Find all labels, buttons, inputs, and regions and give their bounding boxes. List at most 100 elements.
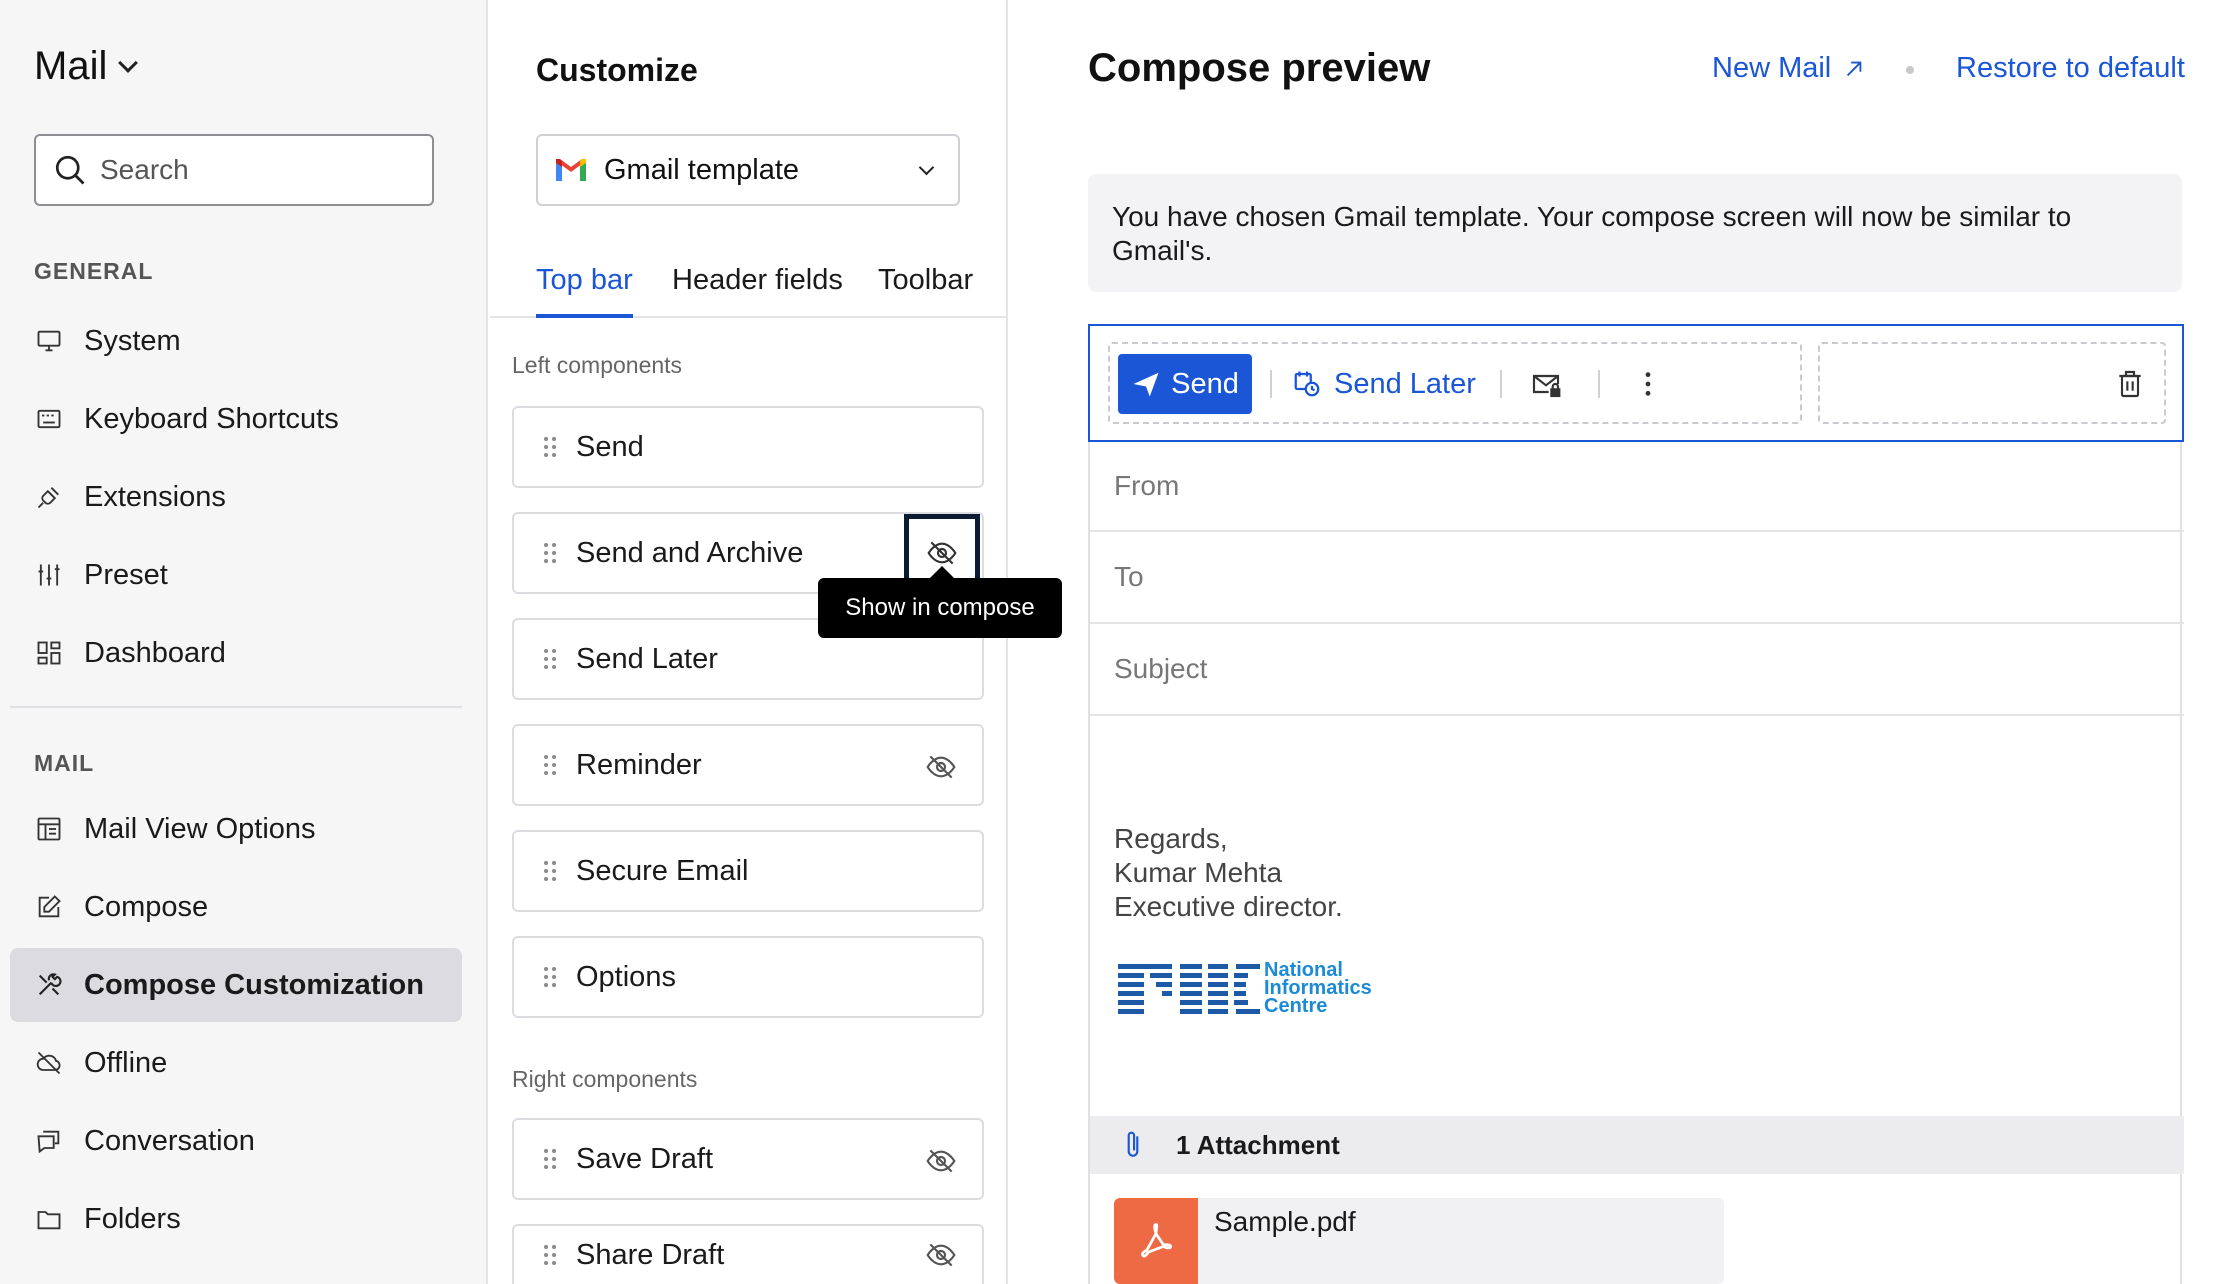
- sidebar-item-label: Compose Customization: [84, 968, 424, 1001]
- drag-handle-icon[interactable]: [544, 649, 558, 669]
- keyboard-icon: [34, 404, 64, 434]
- drag-handle-icon[interactable]: [544, 437, 558, 457]
- sidebar-item-dashboard[interactable]: Dashboard: [10, 616, 462, 690]
- sidebar-item-label: Mail View Options: [84, 812, 316, 845]
- eye-off-icon[interactable]: [924, 1144, 958, 1178]
- tooltip: Show in compose: [818, 566, 1062, 638]
- component-label: Send: [576, 430, 644, 463]
- sidebar-item-label: Preset: [84, 558, 168, 591]
- pdf-icon: [1114, 1198, 1198, 1284]
- toolbar-separator: [1270, 370, 1272, 398]
- secure-mail-icon[interactable]: [1528, 366, 1564, 402]
- sidebar-item-preset[interactable]: Preset: [10, 538, 462, 612]
- component-label: Secure Email: [576, 854, 749, 887]
- chevron-down-icon: [118, 52, 139, 73]
- conversation-icon: [34, 1126, 64, 1156]
- send-later-button[interactable]: Send Later: [1292, 354, 1476, 414]
- search-input[interactable]: [100, 154, 420, 186]
- component-save-draft[interactable]: Save Draft: [512, 1118, 984, 1200]
- component-label: Save Draft: [576, 1142, 713, 1175]
- separator-dot: [1906, 66, 1914, 74]
- toolbar-separator: [1500, 370, 1502, 398]
- drag-handle-icon[interactable]: [544, 1149, 558, 1169]
- attachment-bar: 1 Attachment: [1090, 1116, 2184, 1174]
- template-notice: You have chosen Gmail template. Your com…: [1088, 174, 2182, 292]
- eye-off-icon[interactable]: [924, 750, 958, 784]
- restore-default-link[interactable]: Restore to default: [1956, 52, 2185, 85]
- sidebar-item-label: Extensions: [84, 480, 226, 513]
- section-label-mail: MAIL: [34, 750, 95, 776]
- preview-title: Compose preview: [1088, 46, 1431, 90]
- sidebar-item-label: Conversation: [84, 1124, 255, 1157]
- sidebar-item-label: Folders: [84, 1202, 181, 1235]
- mail-view-icon: [34, 814, 64, 844]
- tab-toolbar[interactable]: Toolbar: [878, 264, 973, 318]
- customize-panel: Customize Gmail template Top bar Header …: [490, 0, 1008, 1284]
- drag-handle-icon[interactable]: [544, 861, 558, 881]
- component-options[interactable]: Options: [512, 936, 984, 1018]
- sidebar-divider: [10, 706, 462, 708]
- component-label: Options: [576, 960, 676, 993]
- attachment-file[interactable]: Sample.pdf: [1114, 1198, 1724, 1284]
- component-share-draft[interactable]: Share Draft: [512, 1224, 984, 1284]
- compose-window: Send Send Later From To Subject Regards,…: [1088, 324, 2184, 1284]
- sliders-icon: [34, 560, 64, 590]
- chevron-down-icon: [918, 159, 935, 176]
- monitor-icon: [34, 326, 64, 356]
- tab-top-bar[interactable]: Top bar: [536, 264, 633, 318]
- more-options-icon[interactable]: [1630, 366, 1666, 402]
- right-components-label: Right components: [512, 1066, 698, 1092]
- component-send[interactable]: Send: [512, 406, 984, 488]
- signature-line: Regards,: [1114, 823, 1228, 854]
- sidebar-item-keyboard-shortcuts[interactable]: Keyboard Shortcuts: [10, 382, 462, 456]
- left-drop-zone: Send Send Later: [1108, 342, 1802, 424]
- sidebar-item-mail-view-options[interactable]: Mail View Options: [10, 792, 462, 866]
- component-reminder[interactable]: Reminder: [512, 724, 984, 806]
- app-root: Mail GENERAL System Keyboard Shortcuts E…: [0, 0, 2216, 1284]
- email-signature: Regards, Kumar Mehta Executive director.: [1114, 822, 1343, 924]
- sidebar-item-compose-customization[interactable]: Compose Customization: [10, 948, 462, 1022]
- file-name: Sample.pdf: [1214, 1206, 1356, 1237]
- settings-sidebar: Mail GENERAL System Keyboard Shortcuts E…: [0, 0, 488, 1284]
- dashboard-icon: [34, 638, 64, 668]
- to-field[interactable]: To: [1090, 532, 2184, 624]
- right-drop-zone: [1818, 342, 2166, 424]
- signature-line: Kumar Mehta: [1114, 857, 1283, 888]
- sidebar-item-label: Offline: [84, 1046, 168, 1079]
- sidebar-item-offline[interactable]: Offline: [10, 1026, 462, 1100]
- sidebar-item-system[interactable]: System: [10, 304, 462, 378]
- drag-handle-icon[interactable]: [544, 1245, 558, 1265]
- send-button[interactable]: Send: [1118, 354, 1252, 414]
- sidebar-item-label: Keyboard Shortcuts: [84, 402, 339, 435]
- drag-handle-icon[interactable]: [544, 967, 558, 987]
- compose-preview-panel: Compose preview New Mail Restore to defa…: [1010, 0, 2216, 1284]
- section-label-general: GENERAL: [34, 258, 154, 284]
- paperclip-icon: [1127, 1131, 1139, 1157]
- search-box[interactable]: [34, 134, 434, 206]
- customize-title: Customize: [536, 52, 698, 88]
- eye-off-icon[interactable]: [924, 1238, 958, 1272]
- search-icon: [55, 155, 85, 185]
- tab-header-fields[interactable]: Header fields: [672, 264, 843, 318]
- compose-icon: [34, 892, 64, 922]
- folder-icon: [34, 1204, 64, 1234]
- drag-handle-icon[interactable]: [544, 755, 558, 775]
- compose-top-bar: Send Send Later: [1088, 324, 2184, 442]
- sidebar-item-folders[interactable]: Folders: [10, 1182, 462, 1256]
- trash-icon[interactable]: [2112, 366, 2148, 402]
- nic-logo: National Informatics Centre: [1118, 959, 1372, 1017]
- from-field[interactable]: From: [1090, 442, 2184, 532]
- app-switcher[interactable]: Mail: [34, 44, 139, 89]
- app-title: Mail: [34, 44, 108, 88]
- external-link-icon: [1847, 61, 1862, 76]
- sidebar-item-conversation[interactable]: Conversation: [10, 1104, 462, 1178]
- signature-line: Executive director.: [1114, 891, 1343, 922]
- sidebar-item-compose[interactable]: Compose: [10, 870, 462, 944]
- new-mail-link[interactable]: New Mail: [1712, 52, 1865, 85]
- drag-handle-icon[interactable]: [544, 543, 558, 563]
- component-secure-email[interactable]: Secure Email: [512, 830, 984, 912]
- sidebar-item-extensions[interactable]: Extensions: [10, 460, 462, 534]
- attachment-count: 1 Attachment: [1176, 1129, 1340, 1160]
- subject-field[interactable]: Subject: [1090, 624, 2184, 716]
- template-select[interactable]: Gmail template: [536, 134, 960, 206]
